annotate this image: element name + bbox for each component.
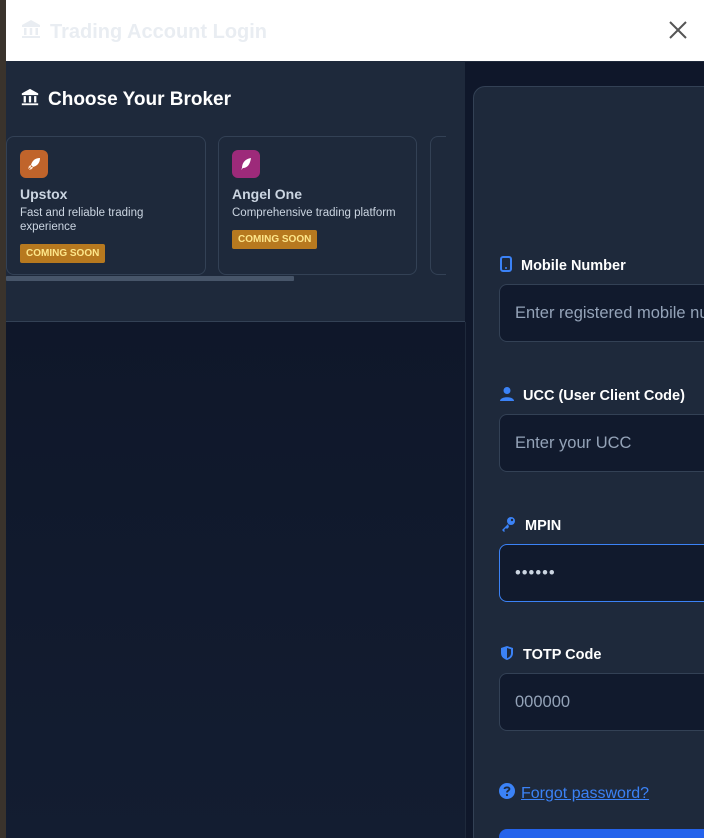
login-modal: Trading Account Login Choose Your Broker… <box>6 0 704 838</box>
broker-selection-panel: Choose Your Broker Upstox Fast and relia… <box>6 61 465 322</box>
totp-label: TOTP Code <box>500 645 601 665</box>
user-icon <box>500 386 514 406</box>
phone-icon <box>500 256 512 276</box>
close-button[interactable] <box>666 18 690 42</box>
totp-placeholder: 000000 <box>515 692 571 711</box>
modal-title: Trading Account Login <box>20 18 267 46</box>
broker-card-partial[interactable] <box>430 136 446 275</box>
mpin-label: MPIN <box>500 516 561 536</box>
bank-icon <box>20 18 42 46</box>
coming-soon-badge: COMING SOON <box>20 244 106 263</box>
mobile-hint <box>500 350 700 360</box>
section-title: Choose Your Broker <box>20 87 231 113</box>
submit-button[interactable] <box>499 829 704 838</box>
feather-icon <box>232 150 260 178</box>
mpin-value: •••••• <box>515 563 556 582</box>
left-content-area <box>6 322 466 838</box>
mpin-input[interactable]: •••••• <box>499 544 704 602</box>
ucc-label: UCC (User Client Code) <box>500 386 685 406</box>
mobile-placeholder: Enter registered mobile number <box>515 303 704 322</box>
ucc-placeholder: Enter your UCC <box>515 433 632 452</box>
ucc-input[interactable]: Enter your UCC <box>499 414 704 472</box>
section-title-text: Choose Your Broker <box>48 89 232 110</box>
carousel-scrollbar-thumb[interactable] <box>6 276 294 281</box>
mobile-number-input[interactable]: Enter registered mobile number <box>499 284 704 342</box>
mobile-label-text: Mobile Number <box>521 258 626 274</box>
broker-card-angel-one[interactable]: Angel One Comprehensive trading platform… <box>218 136 417 275</box>
shield-icon <box>500 645 514 665</box>
ucc-hint <box>500 480 700 490</box>
modal-title-text: Trading Account Login <box>50 20 268 43</box>
forgot-password-text: Forgot password? <box>521 784 650 802</box>
ucc-label-text: UCC (User Client Code) <box>523 388 685 404</box>
broker-description: Comprehensive trading platform <box>232 207 396 219</box>
totp-hint <box>500 739 700 749</box>
broker-card-upstox[interactable]: Upstox Fast and reliable trading experie… <box>6 136 206 275</box>
bank-icon <box>20 87 40 113</box>
coming-soon-badge: COMING SOON <box>232 230 318 249</box>
forgot-password-link[interactable]: Forgot password? <box>499 783 649 804</box>
broker-name: Upstox <box>20 186 68 202</box>
key-icon <box>500 516 516 536</box>
mobile-label: Mobile Number <box>500 256 626 276</box>
totp-input[interactable]: 000000 <box>499 673 704 731</box>
mpin-label-text: MPIN <box>525 518 562 534</box>
login-form-panel: Mobile Number Enter registered mobile nu… <box>473 86 704 838</box>
close-icon <box>669 21 687 39</box>
question-circle-icon <box>499 783 515 804</box>
modal-header: Trading Account Login <box>6 0 704 62</box>
broker-description: Fast and reliable trading experience <box>20 207 144 233</box>
totp-label-text: TOTP Code <box>523 647 602 663</box>
broker-name: Angel One <box>232 186 303 202</box>
rocket-icon <box>20 150 48 178</box>
mpin-hint <box>500 610 700 620</box>
